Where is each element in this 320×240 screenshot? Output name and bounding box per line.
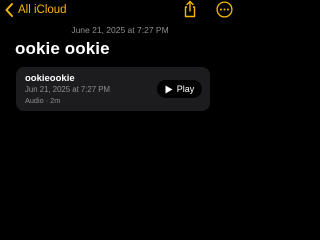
audio-title: ookieookie	[25, 73, 75, 84]
audio-attachment-card[interactable]: ookieookie Jun 21, 2025 at 7:27 PM Audio…	[16, 67, 210, 111]
audio-meta: Audio · 2m	[25, 96, 61, 105]
navigation-bar: All iCloud	[0, 0, 240, 22]
play-button[interactable]: Play	[157, 80, 202, 98]
audio-date: Jun 21, 2025 at 7:27 PM	[25, 85, 110, 94]
play-icon	[165, 85, 173, 93]
back-button-label: All iCloud	[18, 4, 67, 16]
share-icon[interactable]	[182, 0, 198, 18]
chevron-left-icon	[5, 3, 13, 17]
back-button[interactable]: All iCloud	[3, 1, 67, 19]
ellipsis-circle-icon[interactable]	[216, 1, 233, 18]
note-title[interactable]: ookie ookie	[15, 39, 110, 59]
note-timestamp: June 21, 2025 at 7:27 PM	[71, 25, 169, 35]
play-button-label: Play	[176, 84, 195, 94]
